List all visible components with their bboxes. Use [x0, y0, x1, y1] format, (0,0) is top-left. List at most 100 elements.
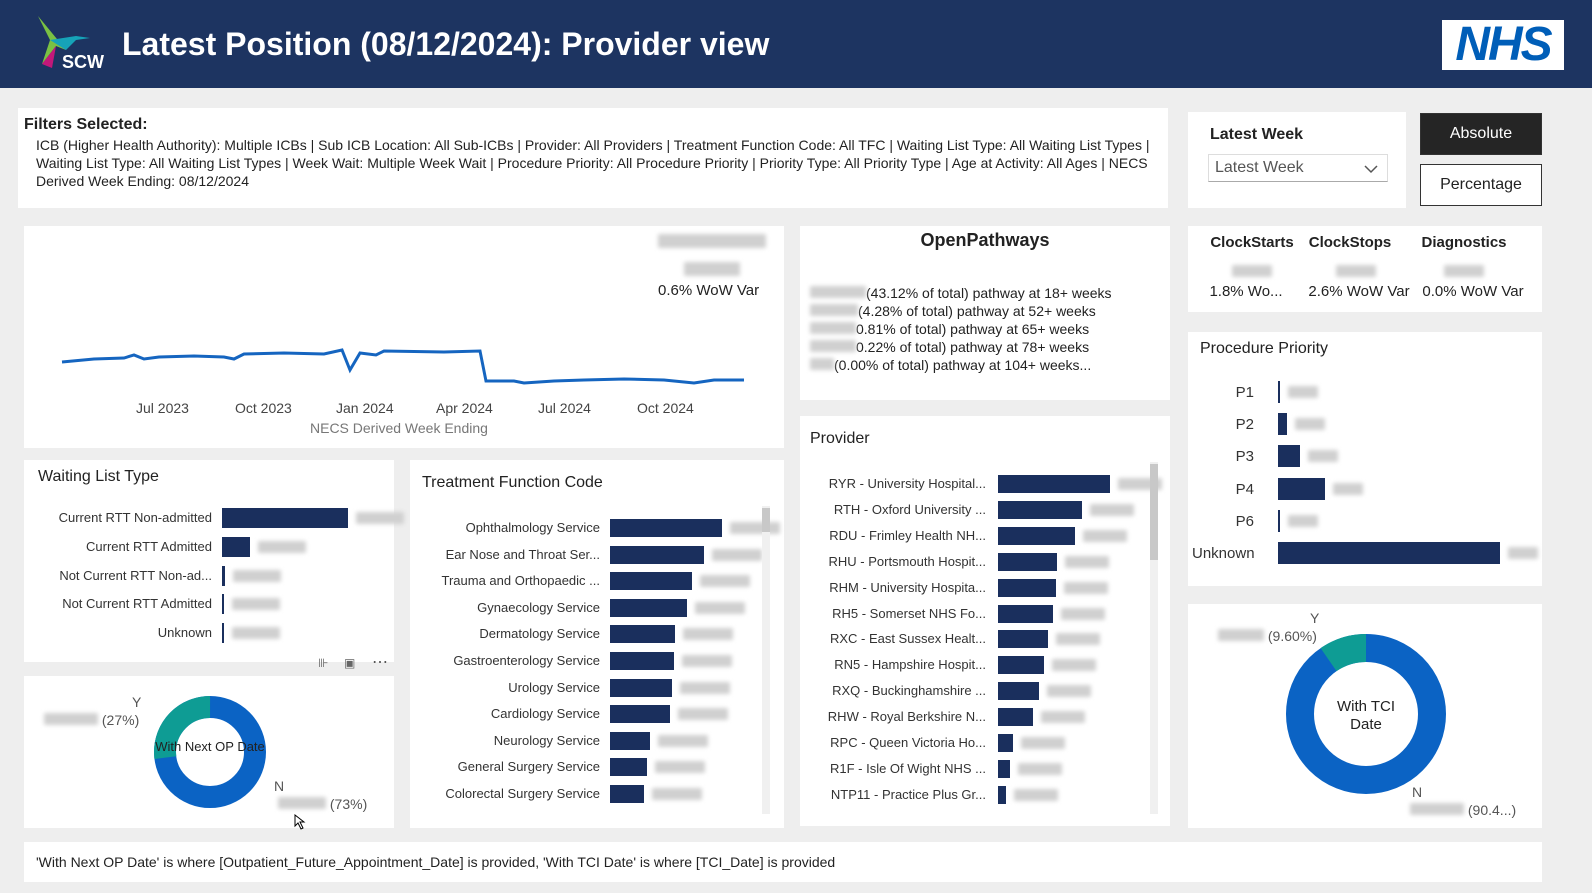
trend-series-line: [61, 348, 744, 385]
provider-label-7: RXC - East Sussex Healt...: [829, 631, 986, 647]
next-op-y-value: (27%): [44, 712, 139, 728]
more-options-icon[interactable]: ⋯: [372, 652, 388, 672]
tfc-bar-4[interactable]: [610, 598, 688, 617]
priority-bar-4[interactable]: [1278, 477, 1325, 500]
tci-y-label: Y: [1310, 610, 1320, 626]
op-line-18: (43.12% of total) pathway at 18+ weeks: [810, 284, 1112, 302]
tci-date-card: With TCI Date Y (9.60%) N (90.4...): [1188, 604, 1542, 828]
tci-n-value: (90.4...): [1410, 802, 1516, 818]
tfc-label-6: Gastroenterology Service: [453, 653, 600, 668]
provider-bar-10[interactable]: [998, 708, 1033, 727]
waiting-list-bar-2[interactable]: [222, 536, 250, 557]
priority-bar-3[interactable]: [1278, 445, 1301, 468]
tfc-value-8: [678, 708, 729, 721]
focus-mode-icon[interactable]: ▣: [344, 656, 355, 670]
waiting-list-bar-1[interactable]: [222, 508, 348, 528]
provider-value-5: [1064, 581, 1109, 594]
provider-bar-8[interactable]: [998, 656, 1044, 675]
provider-label-11: RPC - Queen Victoria Ho...: [830, 735, 986, 750]
provider-label-13: NTP11 - Practice Plus Gr...: [830, 786, 986, 802]
provider-value-8: [1051, 659, 1096, 672]
next-op-y-label: Y: [132, 694, 142, 710]
provider-bar-13[interactable]: [998, 785, 1006, 804]
provider-bar-1[interactable]: [998, 475, 1110, 493]
waiting-list-bar-3[interactable]: [222, 565, 225, 586]
treatment-function-code-card: Treatment Function Code Ophthalmology Se…: [410, 460, 784, 828]
priority-value-2: [1294, 418, 1325, 431]
priority-bar-2[interactable]: [1278, 413, 1287, 436]
provider-bar-2[interactable]: [998, 500, 1082, 519]
tfc-bar-1[interactable]: [610, 519, 722, 537]
priority-bar-6[interactable]: [1278, 542, 1500, 564]
priority-value-3: [1308, 450, 1339, 463]
provider-bar-5[interactable]: [998, 578, 1057, 597]
provider-bar-3[interactable]: [998, 526, 1076, 545]
absolute-button[interactable]: Absolute: [1420, 113, 1542, 155]
waiting-list-label-2: Current RTT Admitted: [86, 538, 212, 554]
tfc-value-2: [712, 548, 763, 561]
open-pathways-lines: (43.12% of total) pathway at 18+ weeks (…: [810, 284, 1112, 374]
x-axis-label: NECS Derived Week Ending: [310, 420, 488, 436]
x-tick-3: Jan 2024: [336, 400, 394, 416]
tfc-bar-11[interactable]: [610, 785, 644, 803]
tfc-bar-9[interactable]: [610, 731, 651, 750]
provider-value-12: [1018, 762, 1063, 775]
tfc-bar-10[interactable]: [610, 758, 647, 777]
tfc-label-11: Colorectal Surgery Service: [445, 786, 600, 801]
tfc-label-7: Urology Service: [508, 679, 600, 695]
provider-value-6: [1060, 607, 1105, 620]
kpi-card: ClockStarts ClockStops Diagnostics 1.8% …: [1188, 226, 1542, 312]
provider-bar-12[interactable]: [998, 759, 1011, 778]
tfc-bar-3[interactable]: [610, 572, 692, 591]
provider-title: Provider: [810, 430, 870, 447]
priority-value-5: [1288, 514, 1319, 527]
provider-label-2: RTH - Oxford University ...: [833, 501, 986, 517]
waiting-list-bar-5[interactable]: [222, 623, 224, 644]
tfc-bar-5[interactable]: [610, 625, 675, 644]
provider-bar-9[interactable]: [998, 682, 1040, 701]
provider-label-3: RDU - Frimley Health NH...: [829, 527, 986, 543]
tfc-bar-7[interactable]: [610, 678, 672, 697]
priority-label-3: P3: [1235, 448, 1254, 466]
provider-value-2: [1090, 503, 1134, 516]
provider-bar-7[interactable]: [998, 630, 1049, 649]
provider-value-7: [1056, 633, 1101, 646]
kpi-clockstarts-label: ClockStarts: [1210, 234, 1294, 251]
next-op-center-label: With Next OP Date: [155, 739, 265, 754]
provider-label-1: RYR - University Hospital...: [828, 476, 986, 491]
priority-bar-1[interactable]: [1278, 381, 1281, 403]
tci-y-value: (9.60%): [1218, 628, 1317, 644]
tfc-bar-8[interactable]: [610, 705, 671, 724]
provider-value-4: [1065, 555, 1110, 568]
op-line-52: (4.28% of total) pathway at 52+ weeks: [810, 302, 1112, 320]
provider-scroll-thumb[interactable]: [1150, 464, 1158, 560]
provider-label-4: RHU - Portsmouth Hospit...: [828, 553, 987, 569]
tfc-label-4: Gynaecology Service: [477, 599, 600, 615]
waiting-list-type-title: Waiting List Type: [38, 468, 159, 485]
x-tick-6: Oct 2024: [637, 400, 694, 416]
provider-bar-6[interactable]: [998, 604, 1053, 623]
tci-n-label: N: [1412, 784, 1423, 800]
tfc-label-5: Dermatology Service: [479, 626, 600, 642]
filter-icon[interactable]: ⊪: [318, 656, 328, 670]
provider-scrollbar[interactable]: [1150, 462, 1158, 814]
tfc-bar-6[interactable]: [610, 652, 674, 670]
percentage-button[interactable]: Percentage: [1420, 164, 1542, 206]
priority-label-5: P6: [1235, 512, 1254, 530]
priority-bar-5[interactable]: [1278, 509, 1281, 532]
provider-bar-4[interactable]: [998, 552, 1058, 571]
waiting-list-type-card: Waiting List Type Current RTT Non-admitt…: [24, 460, 404, 662]
tfc-value-4: [695, 601, 746, 614]
waiting-list-bar-4[interactable]: [222, 594, 224, 615]
latest-week-dropdown[interactable]: Latest Week: [1208, 154, 1388, 182]
tfc-bar-2[interactable]: [610, 545, 705, 564]
provider-label-6: RH5 - Somerset NHS Fo...: [832, 605, 986, 621]
provider-bar-11[interactable]: [998, 734, 1013, 752]
tfc-scrollbar[interactable]: [762, 506, 770, 814]
latest-week-label: Latest Week: [1210, 126, 1304, 143]
tfc-scroll-thumb[interactable]: [762, 508, 770, 532]
filters-text: ICB (Higher Health Authority): Multiple …: [36, 137, 1150, 189]
tfc-value-1: [730, 522, 780, 534]
x-tick-4: Apr 2024: [436, 400, 493, 416]
kpi-diagnostics-wow: 0.0% WoW Var: [1422, 283, 1524, 300]
